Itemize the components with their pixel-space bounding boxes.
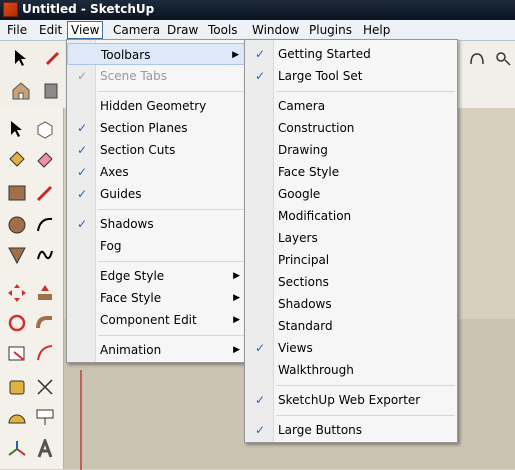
- view-menu-face-style[interactable]: Face Style ▶: [67, 287, 246, 309]
- view-menu-guides[interactable]: ✓ Guides: [67, 183, 246, 205]
- toolbar-construction[interactable]: Construction: [245, 117, 457, 139]
- toolbars-submenu: ✓ Getting Started ✓ Large Tool Set Camer…: [244, 39, 458, 443]
- menu-separator: [276, 385, 455, 386]
- checkmark-icon: ✓: [254, 393, 266, 407]
- view-menu-axes[interactable]: ✓ Axes: [67, 161, 246, 183]
- components-icon[interactable]: [38, 78, 64, 104]
- pencil-icon[interactable]: [32, 180, 58, 206]
- toolbar-shadows[interactable]: Shadows: [245, 293, 457, 315]
- submenu-arrow-icon: ▶: [233, 271, 240, 281]
- checkmark-icon: ✓: [76, 143, 88, 157]
- submenu-arrow-icon: ▶: [233, 345, 240, 355]
- view-menu-animation[interactable]: Animation ▶: [67, 339, 246, 361]
- text-icon[interactable]: [32, 404, 58, 430]
- view-menu-section-planes[interactable]: ✓ Section Planes: [67, 117, 246, 139]
- view-menu-edge-style[interactable]: Edge Style ▶: [67, 265, 246, 287]
- large-tool-set-palette: [0, 108, 64, 469]
- scale-icon[interactable]: [4, 340, 30, 366]
- view-menu: Toolbars ▶ ✓ Scene Tabs Hidden Geometry …: [66, 39, 247, 363]
- menu-plugins[interactable]: Plugins: [306, 22, 355, 38]
- axes-tool-icon[interactable]: [4, 436, 30, 462]
- toolbar-drawing[interactable]: Drawing: [245, 139, 457, 161]
- toolbar-camera[interactable]: Camera: [245, 95, 457, 117]
- window-title: Untitled - SketchUp: [22, 2, 155, 16]
- toolbar-large-buttons[interactable]: ✓ Large Buttons: [245, 419, 457, 441]
- view-menu-hidden-geometry[interactable]: Hidden Geometry: [67, 95, 246, 117]
- polygon-icon[interactable]: [4, 242, 30, 268]
- menu-help[interactable]: Help: [360, 22, 393, 38]
- checkmark-icon: ✓: [76, 121, 88, 135]
- menu-separator: [276, 415, 455, 416]
- menu-separator: [98, 209, 244, 210]
- select-icon[interactable]: [8, 45, 34, 71]
- menu-window[interactable]: Window: [249, 22, 302, 38]
- menu-separator: [98, 261, 244, 262]
- checkmark-icon: ✓: [254, 341, 266, 355]
- menu-file[interactable]: File: [4, 22, 30, 38]
- toolbar-modification[interactable]: Modification: [245, 205, 457, 227]
- view-menu-toolbars[interactable]: Toolbars ▶: [67, 43, 246, 65]
- toolbar-web-exporter[interactable]: ✓ SketchUp Web Exporter: [245, 389, 457, 411]
- toolbar-google[interactable]: Google: [245, 183, 457, 205]
- menu-draw[interactable]: Draw: [164, 22, 201, 38]
- dimension-icon[interactable]: [32, 374, 58, 400]
- toolbar-walkthrough[interactable]: Walkthrough: [245, 359, 457, 381]
- view-menu-fog[interactable]: Fog: [67, 235, 246, 257]
- rectangle-icon[interactable]: [4, 180, 30, 206]
- toolbar-layers[interactable]: Layers: [245, 227, 457, 249]
- circle-icon[interactable]: [4, 212, 30, 238]
- pencil-icon[interactable]: [40, 45, 66, 71]
- walk-icon[interactable]: [464, 45, 490, 71]
- submenu-arrow-icon: ▶: [233, 293, 240, 303]
- submenu-arrow-icon: ▶: [232, 50, 239, 60]
- push-pull-icon[interactable]: [32, 280, 58, 306]
- paint-bucket-icon[interactable]: [4, 146, 30, 172]
- checkmark-icon: ✓: [76, 69, 88, 83]
- menu-edit[interactable]: Edit: [36, 22, 65, 38]
- menu-tools[interactable]: Tools: [205, 22, 241, 38]
- checkmark-icon: ✓: [254, 423, 266, 437]
- checkmark-icon: ✓: [76, 187, 88, 201]
- view-menu-component-edit[interactable]: Component Edit ▶: [67, 309, 246, 331]
- toolbar-large-tool-set[interactable]: ✓ Large Tool Set: [245, 65, 457, 87]
- follow-me-icon[interactable]: [32, 310, 58, 336]
- protractor-icon[interactable]: [4, 404, 30, 430]
- eraser-icon[interactable]: [32, 146, 58, 172]
- checkmark-icon: ✓: [254, 47, 266, 61]
- menu-camera[interactable]: Camera: [110, 22, 163, 38]
- move-icon[interactable]: [4, 280, 30, 306]
- view-menu-scene-tabs[interactable]: ✓ Scene Tabs: [67, 65, 246, 87]
- tape-measure-icon[interactable]: [4, 374, 30, 400]
- toolbar-views[interactable]: ✓ Views: [245, 337, 457, 359]
- look-around-icon[interactable]: [490, 45, 515, 71]
- offset-icon[interactable]: [32, 340, 58, 366]
- sketchup-app-icon[interactable]: [3, 2, 18, 17]
- red-axis-line: [80, 370, 82, 470]
- menu-view[interactable]: View: [67, 21, 104, 39]
- freehand-icon[interactable]: [32, 242, 58, 268]
- title-bar: Untitled - SketchUp: [0, 0, 515, 20]
- toolbar-sections[interactable]: Sections: [245, 271, 457, 293]
- view-menu-section-cuts[interactable]: ✓ Section Cuts: [67, 139, 246, 161]
- toolbar-getting-started[interactable]: ✓ Getting Started: [245, 43, 457, 65]
- select-icon[interactable]: [4, 116, 30, 142]
- menu-separator: [98, 91, 244, 92]
- house-icon[interactable]: [8, 78, 34, 104]
- submenu-arrow-icon: ▶: [233, 315, 240, 325]
- checkmark-icon: ✓: [76, 165, 88, 179]
- checkmark-icon: ✓: [254, 69, 266, 83]
- toolbar-principal[interactable]: Principal: [245, 249, 457, 271]
- menu-separator: [276, 91, 455, 92]
- menu-separator: [98, 335, 244, 336]
- checkmark-icon: ✓: [76, 217, 88, 231]
- rotate-icon[interactable]: [4, 310, 30, 336]
- view-menu-shadows[interactable]: ✓ Shadows: [67, 213, 246, 235]
- menu-bar: File Edit View Camera Draw Tools Window …: [0, 20, 515, 41]
- toolbar-standard[interactable]: Standard: [245, 315, 457, 337]
- component-icon[interactable]: [32, 116, 58, 142]
- toolbar-face-style[interactable]: Face Style: [245, 161, 457, 183]
- 3d-text-icon[interactable]: [32, 436, 58, 462]
- arc-icon[interactable]: [32, 212, 58, 238]
